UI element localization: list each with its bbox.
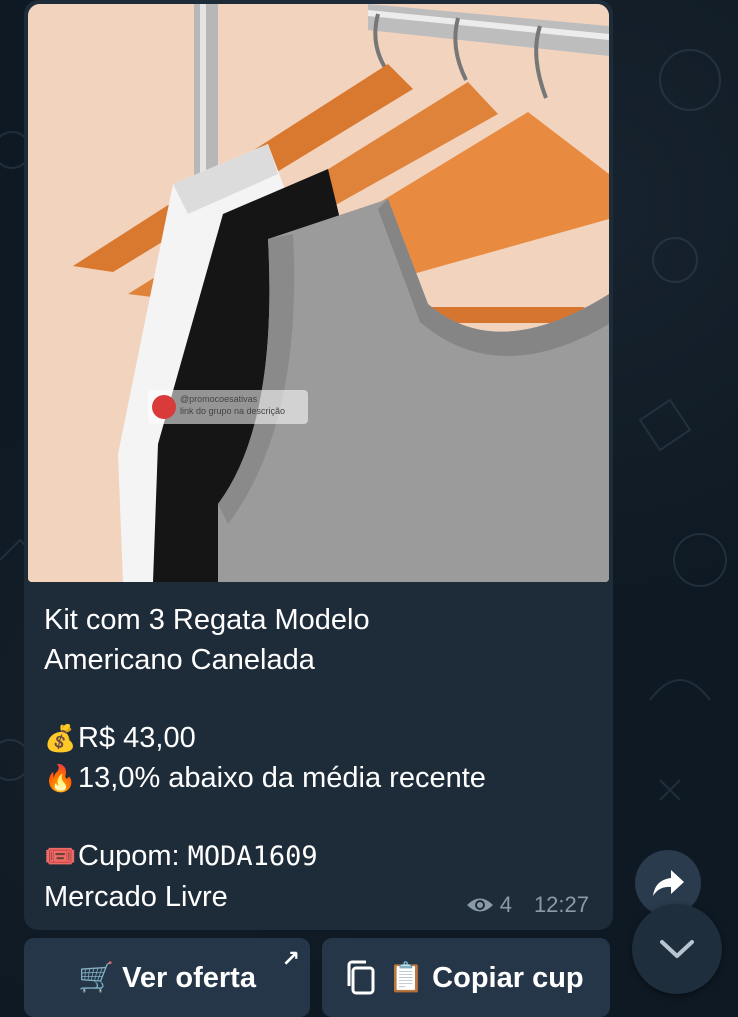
money-bag-icon: 💰 [44, 723, 77, 753]
discount-line: 🔥13,0% abaixo da média recente [44, 758, 604, 798]
watermark-text: @promocoesativas link do grupo na descri… [180, 393, 308, 417]
message-text: Kit com 3 Regata Modelo Americano Canela… [44, 600, 604, 917]
price-line: 💰R$ 43,00 [44, 718, 604, 758]
ticket-icon: 🎟️ [44, 841, 77, 871]
scroll-down-button[interactable] [632, 904, 722, 994]
copy-coupon-button[interactable]: 📋 Copiar cup [322, 938, 610, 1017]
watermark-line-2: link do grupo na descrição [180, 406, 286, 416]
product-title-line-1: Kit com 3 Regata Modelo [44, 604, 370, 636]
eye-icon [466, 898, 493, 912]
share-icon [653, 870, 684, 896]
fire-icon: 🔥 [44, 763, 77, 793]
copy-coupon-label: 📋 Copiar cup [388, 961, 584, 994]
view-count: 4 [499, 892, 512, 917]
discount-text: 13,0% abaixo da média recente [78, 762, 486, 794]
chevron-down-icon [660, 940, 694, 958]
coupon-code[interactable]: MODA1609 [188, 841, 318, 872]
message-meta: 4 12:27 [466, 892, 589, 918]
copy-icon [347, 960, 375, 994]
view-offer-label: 🛒 Ver oferta [78, 961, 256, 994]
external-link-icon: ↗ [281, 946, 300, 971]
price-value: R$ 43,00 [78, 722, 196, 754]
product-title-line-2: Americano Canelada [44, 644, 315, 676]
coupon-line: 🎟️Cupom: MODA1609 [44, 836, 604, 877]
watermark-line-1: @promocoesativas [180, 394, 258, 404]
message-time: 12:27 [533, 892, 589, 917]
view-offer-button[interactable]: 🛒 Ver oferta ↗ [24, 938, 310, 1017]
product-photo[interactable]: @promocoesativas link do grupo na descri… [28, 4, 609, 582]
coupon-label: Cupom: [78, 840, 188, 872]
message-bubble: @promocoesativas link do grupo na descri… [24, 0, 613, 930]
